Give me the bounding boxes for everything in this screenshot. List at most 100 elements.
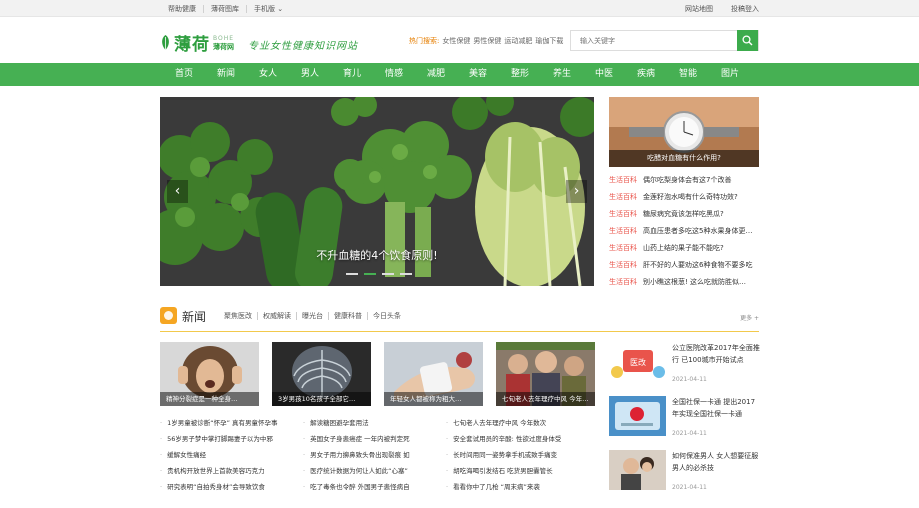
news-tab[interactable]: 曝光台 (297, 312, 329, 320)
more-link[interactable]: 更多 + (740, 313, 759, 322)
list-item[interactable]: 贵机构开放世界上首款美容巧克力 (160, 463, 303, 479)
hot-keyword[interactable]: 女性保健 (442, 36, 470, 46)
news-tab[interactable]: 权威解读 (258, 312, 297, 320)
nav-item-women[interactable]: 女人 (247, 63, 289, 86)
list-item[interactable]: 医疗统计数据为何让人如此“心塞” (303, 463, 446, 479)
list-item[interactable]: 研究表明“自拍秀身材”会导致饮食 (160, 479, 303, 495)
side-news-item[interactable]: 医改 公立医院改革2017年全面推行 已100城市开始试点 2021-04-11 (609, 340, 761, 392)
nav-item-smart[interactable]: 智能 (667, 63, 709, 86)
list-item[interactable]: 吃了毒条也令醉 外国男子患怪病自 (303, 479, 446, 495)
news-section-header: 新闻 聚焦医改 权威解读 曝光台 健康科普 今日头条 更多 + (160, 307, 759, 332)
couple-image (609, 450, 666, 490)
list-item[interactable]: 安全套试用员的辛酸: 性欲过度身体受 (446, 431, 589, 447)
list-item[interactable]: 生活百科 偶尔吃梨身体会有这7个改善 (609, 172, 761, 189)
list-item[interactable]: 解读糖困避孕套用法 (303, 415, 446, 431)
list-item[interactable]: 生活百科 别小瞧这根葱! 这么吃就防胜似… (609, 274, 761, 291)
side-news-title[interactable]: 公立医院改革2017年全面推行 已100城市开始试点 (672, 342, 761, 366)
side-news-item[interactable]: 全国社保一卡通 提出2017年实现全国社保一卡通 2021-04-11 (609, 394, 761, 446)
news-thumbnail-caption: 精神分裂症是一种全身… (160, 392, 259, 406)
category-tag[interactable]: 生活百科 (609, 227, 637, 235)
nav-item-home[interactable]: 首页 (163, 63, 205, 86)
top-link-gallery[interactable]: 薄荷图库 (204, 4, 247, 13)
top-link-mobile[interactable]: 手机版 ⌄ (247, 5, 290, 13)
news-thumbnails: 精神分裂症是一种全身… 3岁男孩10名孩子全部它… 年轻女人都被称为粗大… 七旬… (160, 342, 595, 406)
carousel-next-button[interactable]: › (566, 180, 587, 203)
hero-carousel[interactable]: ‹ › 不升血糖的4个饮食原则! (160, 97, 594, 286)
nav-item-disease[interactable]: 疾病 (625, 63, 667, 86)
list-item-title[interactable]: 肝不好的人要劝这6种食物不要多吃 (643, 261, 752, 269)
nav-item-cosmetic[interactable]: 整形 (499, 63, 541, 86)
news-icon (160, 307, 177, 324)
featured-thumbnail[interactable]: 吃醋对血糖有什么作用? (609, 97, 759, 167)
health-tips-list: 生活百科 偶尔吃梨身体会有这7个改善 生活百科 金莲籽泡水喝有什么奇特功效? 生活百… (609, 172, 761, 291)
list-item[interactable]: 56岁男子梦中掌打脚踢妻子以为中邪 (160, 431, 303, 447)
news-thumbnail[interactable]: 精神分裂症是一种全身… (160, 342, 259, 406)
nav-item-emotion[interactable]: 情感 (373, 63, 415, 86)
list-item[interactable]: 生活百科 糖尿病究竟该怎样吃黑瓜? (609, 206, 761, 223)
list-item[interactable]: 生活百科 肝不好的人要劝这6种食物不要多吃 (609, 257, 761, 274)
list-item-title[interactable]: 偶尔吃梨身体会有这7个改善 (643, 176, 731, 184)
list-item-title[interactable]: 山药上结的果子能不能吃? (643, 244, 724, 252)
side-news-date: 2021-04-11 (672, 484, 707, 491)
nav-item-images[interactable]: 图片 (709, 63, 751, 86)
category-tag[interactable]: 生活百科 (609, 244, 637, 252)
top-link-help[interactable]: 帮助健康 (168, 4, 204, 13)
top-link-sitemap[interactable]: 网站地图 (685, 4, 713, 14)
news-thumbnail[interactable]: 七旬老人去年理疗中风 今年… (496, 342, 595, 406)
list-item[interactable]: 胡吃海喝引发结石 吃货男胆囊管长 (446, 463, 589, 479)
list-item[interactable]: 男女子用力擤鼻致头骨出现裂痕 如 (303, 447, 446, 463)
category-tag[interactable]: 生活百科 (609, 176, 637, 184)
nav-item-news[interactable]: 新闻 (205, 63, 247, 86)
hot-keyword[interactable]: 瑜伽下载 (535, 36, 563, 46)
category-tag[interactable]: 生活百科 (609, 210, 637, 218)
side-news-title[interactable]: 全国社保一卡通 提出2017年实现全国社保一卡通 (672, 396, 761, 420)
list-item-title[interactable]: 别小瞧这根葱! 这么吃就防胜似… (643, 278, 746, 286)
list-item[interactable]: 生活百科 山药上结的果子能不能吃? (609, 240, 761, 257)
nav-item-parenting[interactable]: 育儿 (331, 63, 373, 86)
nav-item-diet[interactable]: 减肥 (415, 63, 457, 86)
news-thumbnail[interactable]: 年轻女人都被称为粗大… (384, 342, 483, 406)
carousel-dot-active[interactable] (364, 273, 376, 275)
news-column: 1岁男童被诊断“怀孕” 真有男童怀孕事 56岁男子梦中掌打脚踢妻子以为中邪 缓解… (160, 415, 303, 495)
social-security-card-image (609, 396, 666, 436)
category-tag[interactable]: 生活百科 (609, 193, 637, 201)
top-links-right: 网站地图 投稿登入 (685, 0, 759, 17)
nav-item-wellness[interactable]: 养生 (541, 63, 583, 86)
carousel-prev-button[interactable]: ‹ (167, 180, 188, 203)
news-tab[interactable]: 聚焦医改 (224, 312, 258, 320)
news-thumbnail[interactable]: 3岁男孩10名孩子全部它… (272, 342, 371, 406)
side-news-item[interactable]: 如何保准男人 女人想要征服男人的必杀技 2021-04-11 (609, 448, 761, 500)
list-item-title[interactable]: 高血压患者多吃这5种水果身体更… (643, 227, 752, 235)
section-title[interactable]: 新闻 (182, 308, 206, 325)
news-thumbnail-caption: 3岁男孩10名孩子全部它… (272, 392, 371, 406)
news-tab[interactable]: 今日头条 (368, 312, 406, 320)
news-tab[interactable]: 健康科普 (329, 312, 368, 320)
list-item[interactable]: 看看你中了几枪 “周末病”来袭 (446, 479, 589, 495)
list-item[interactable]: 缓解女性痛经 (160, 447, 303, 463)
nav-item-beauty[interactable]: 美容 (457, 63, 499, 86)
hot-search-label: 热门搜索: (409, 37, 440, 45)
list-item[interactable]: 生活百科 金莲籽泡水喝有什么奇特功效? (609, 189, 761, 206)
search-input[interactable] (571, 31, 738, 50)
list-item[interactable]: 英国女子身患癌症 一年内被判定死 (303, 431, 446, 447)
list-item-title[interactable]: 糖尿病究竟该怎样吃黑瓜? (643, 210, 724, 218)
list-item-title[interactable]: 金莲籽泡水喝有什么奇特功效? (643, 193, 738, 201)
nav-item-tcm[interactable]: 中医 (583, 63, 625, 86)
carousel-caption[interactable]: 不升血糖的4个饮食原则! (160, 247, 594, 263)
list-item[interactable]: 1岁男童被诊断“怀孕” 真有男童怀孕事 (160, 415, 303, 431)
hot-keyword[interactable]: 男性保健 (473, 36, 501, 46)
list-item[interactable]: 七旬老人去年理疗中风 今年数次 (446, 415, 589, 431)
top-link-login[interactable]: 投稿登入 (731, 4, 759, 14)
carousel-dot[interactable] (382, 273, 394, 275)
nav-item-men[interactable]: 男人 (289, 63, 331, 86)
side-news-title[interactable]: 如何保准男人 女人想要征服男人的必杀技 (672, 450, 761, 474)
carousel-dot[interactable] (346, 273, 358, 275)
search-button[interactable] (737, 30, 758, 51)
list-item[interactable]: 生活百科 高血压患者多吃这5种水果身体更… (609, 223, 761, 240)
list-item[interactable]: 长时间用同一姿势拿手机或致手痛变 (446, 447, 589, 463)
site-logo[interactable]: 薄荷 BOHE 薄荷网 (160, 30, 234, 55)
category-tag[interactable]: 生活百科 (609, 261, 637, 269)
category-tag[interactable]: 生活百科 (609, 278, 637, 286)
hot-keyword[interactable]: 运动减肥 (504, 36, 532, 46)
carousel-dot[interactable] (400, 273, 412, 275)
